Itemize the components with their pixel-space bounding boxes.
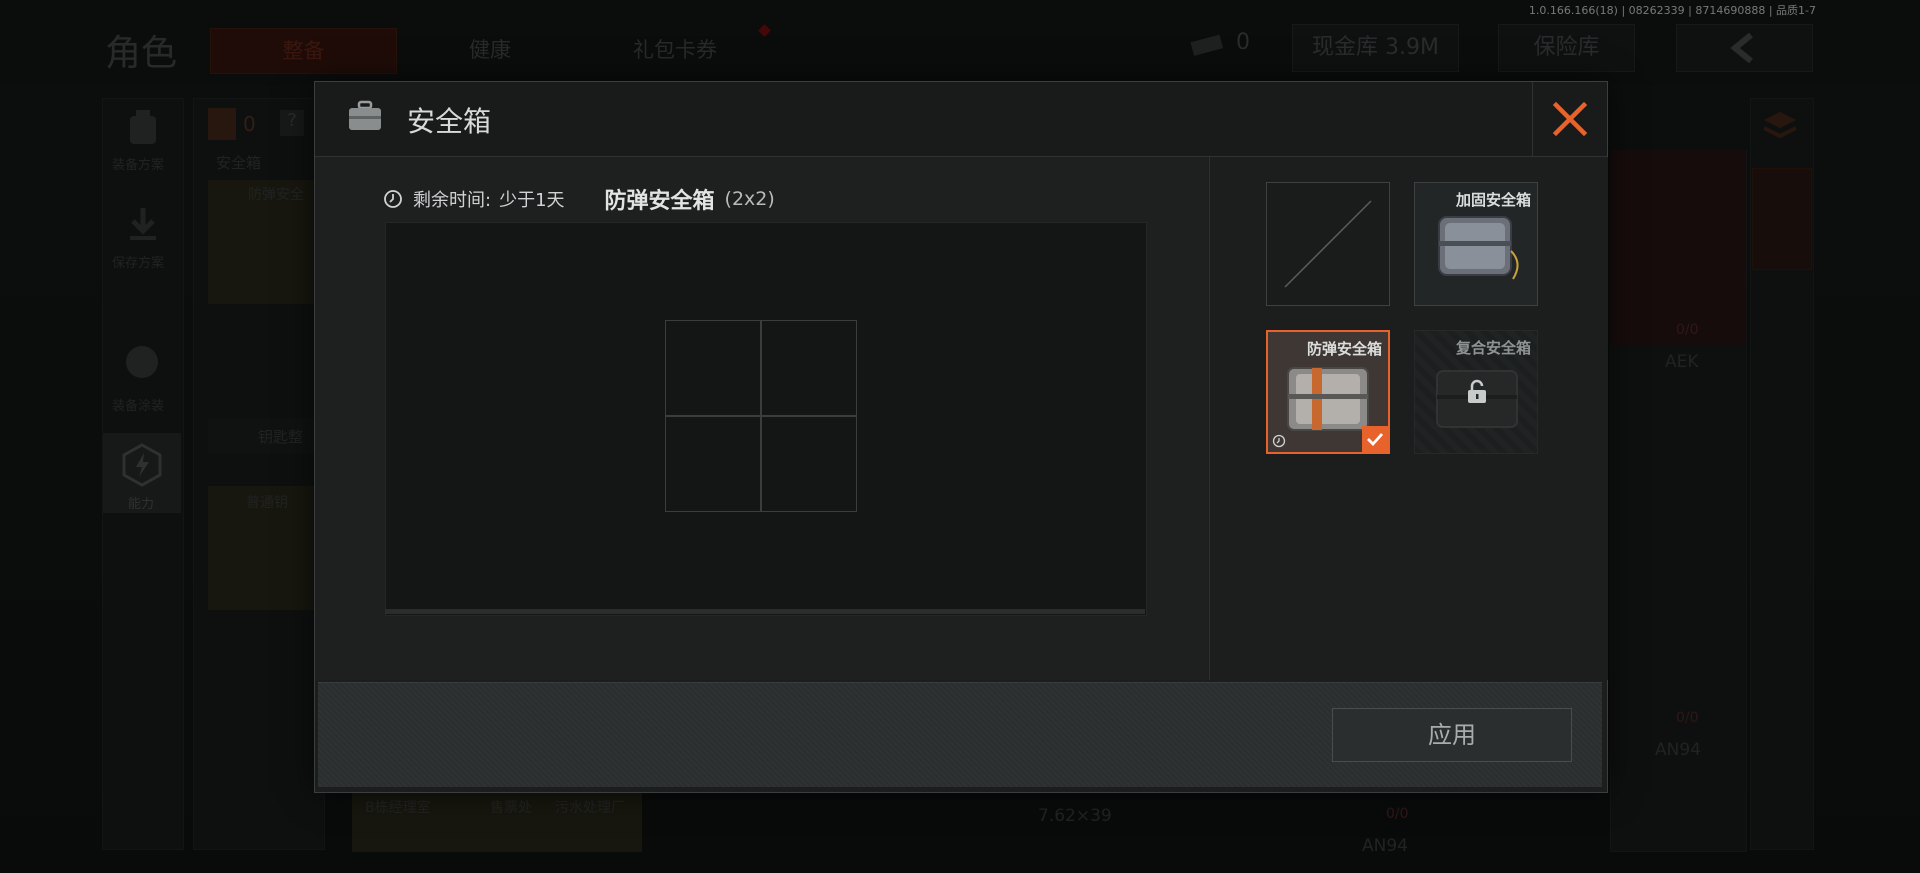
case-option-bulletproof[interactable]: 防弹安全箱	[1266, 330, 1390, 454]
grid-cell[interactable]	[665, 416, 761, 512]
bulletproof-case-icon	[1287, 367, 1369, 431]
safe-box-modal: 安全箱 剩余时间: 少于1天 防弹安全箱 (2x2) 加固安全箱 防弹安全箱 复…	[314, 81, 1608, 793]
remaining-time-label: 剩余时间:	[413, 190, 492, 211]
case-option-label: 复合安全箱	[1455, 339, 1531, 357]
case-option-empty[interactable]	[1266, 182, 1390, 306]
empty-slash-icon	[1284, 200, 1372, 288]
case-size: (2x2)	[724, 188, 775, 210]
clock-icon	[384, 190, 402, 208]
case-info-row: 剩余时间: 少于1天 防弹安全箱 (2x2)	[383, 184, 775, 214]
modal-title: 安全箱	[407, 105, 492, 138]
grid-cell[interactable]	[761, 416, 857, 512]
apply-button[interactable]: 应用	[1332, 708, 1572, 762]
reinforced-case-icon	[1438, 216, 1519, 280]
briefcase-icon	[347, 100, 383, 134]
remaining-time-value: 少于1天	[499, 190, 565, 211]
scroll-track[interactable]	[385, 609, 1145, 614]
grid-cell[interactable]	[761, 320, 857, 416]
case-name: 防弹安全箱	[604, 189, 715, 214]
case-option-label: 加固安全箱	[1455, 191, 1531, 209]
case-option-label: 防弹安全箱	[1306, 340, 1382, 358]
grid-cell[interactable]	[665, 320, 761, 416]
case-option-reinforced[interactable]: 加固安全箱	[1414, 182, 1538, 306]
close-icon	[1552, 101, 1588, 137]
lock-icon	[1468, 379, 1486, 403]
selected-check-icon	[1362, 426, 1388, 452]
close-button[interactable]	[1532, 82, 1607, 156]
case-option-composite[interactable]: 复合安全箱	[1414, 330, 1538, 454]
timer-icon	[1272, 434, 1286, 448]
case-storage-area	[385, 222, 1147, 616]
modal-header: 安全箱	[315, 82, 1607, 157]
